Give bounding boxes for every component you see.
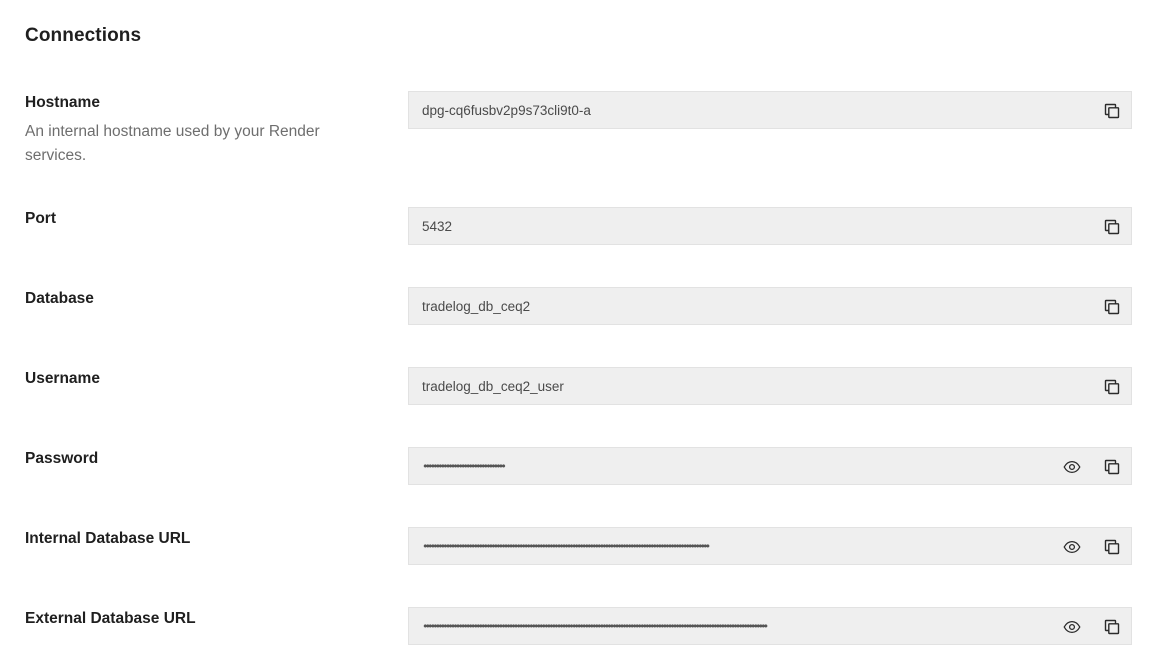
port-field[interactable]: 5432 xyxy=(408,207,1132,245)
eye-icon[interactable] xyxy=(1062,457,1082,477)
eye-icon[interactable] xyxy=(1062,537,1082,557)
eye-icon[interactable] xyxy=(1062,617,1082,637)
field-label-group: Hostname An internal hostname used by yo… xyxy=(25,93,355,168)
field-label: Internal Database URL xyxy=(25,530,191,547)
field-label-group: Port xyxy=(25,209,355,229)
password-field[interactable]: •••••••••••••••••••••••••••••••• xyxy=(408,447,1132,485)
copy-icon[interactable] xyxy=(1102,537,1122,557)
field-label: Hostname xyxy=(25,94,100,111)
field-label: Port xyxy=(25,210,56,227)
field-label-group: Password xyxy=(25,449,355,469)
field-value[interactable]: 5432 xyxy=(422,208,452,245)
field-value[interactable]: tradelog_db_ceq2 xyxy=(422,288,530,325)
field-label-group: Database xyxy=(25,289,355,309)
username-field[interactable]: tradelog_db_ceq2_user xyxy=(408,367,1132,405)
copy-icon[interactable] xyxy=(1102,617,1122,637)
field-value[interactable]: tradelog_db_ceq2_user xyxy=(422,368,564,405)
section-title: Connections xyxy=(25,25,142,46)
copy-icon[interactable] xyxy=(1102,377,1122,397)
copy-icon[interactable] xyxy=(1102,457,1122,477)
field-label-group: External Database URL xyxy=(25,609,355,629)
field-description: An internal hostname used by your Render… xyxy=(25,123,320,164)
external-database-url-field[interactable]: ••••••••••••••••••••••••••••••••••••••••… xyxy=(408,607,1132,645)
copy-icon[interactable] xyxy=(1102,217,1122,237)
hostname-field[interactable]: dpg-cq6fusbv2p9s73cli9t0-a xyxy=(408,91,1132,129)
connections-panel: Connections Hostname An internal hostnam… xyxy=(0,0,1156,665)
copy-icon[interactable] xyxy=(1102,101,1122,121)
field-label: External Database URL xyxy=(25,610,196,627)
masked-value[interactable]: •••••••••••••••••••••••••••••••• xyxy=(422,448,1042,485)
field-label: Database xyxy=(25,290,94,307)
field-label-group: Internal Database URL xyxy=(25,529,355,549)
field-label: Username xyxy=(25,370,100,387)
field-label: Password xyxy=(25,450,99,467)
database-field[interactable]: tradelog_db_ceq2 xyxy=(408,287,1132,325)
masked-value[interactable]: ••••••••••••••••••••••••••••••••••••••••… xyxy=(422,608,1036,645)
field-value[interactable]: dpg-cq6fusbv2p9s73cli9t0-a xyxy=(422,92,591,129)
internal-database-url-field[interactable]: ••••••••••••••••••••••••••••••••••••••••… xyxy=(408,527,1132,565)
masked-value[interactable]: ••••••••••••••••••••••••••••••••••••••••… xyxy=(422,528,1042,565)
field-label-group: Username xyxy=(25,369,355,389)
copy-icon[interactable] xyxy=(1102,297,1122,317)
